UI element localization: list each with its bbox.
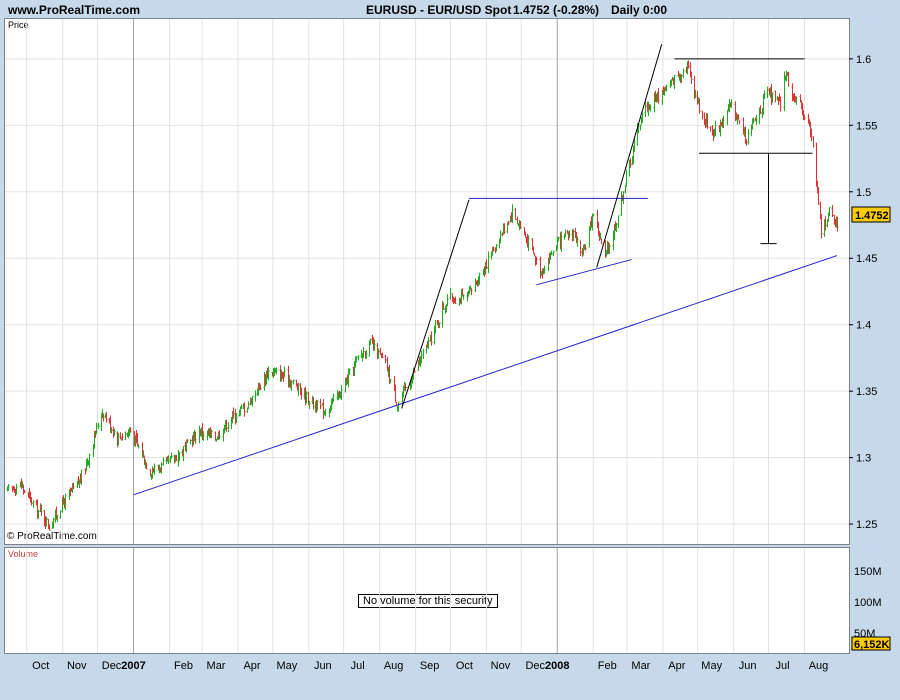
time-tick-label: Apr — [668, 660, 685, 672]
time-tick-label: Jul — [351, 660, 365, 672]
price-axis: 1.6 1.55 1.5 1.45 1.4 1.35 1.3 1.25 — [849, 54, 877, 531]
time-tick-label: May — [701, 660, 722, 672]
price-tick-label: 1.45 — [856, 253, 877, 265]
price-tick-label: 1.25 — [856, 519, 877, 531]
last-price-marker: 1.4752 — [851, 206, 891, 223]
time-tick-label: Feb — [174, 660, 193, 672]
volume-tick: 100M — [854, 597, 882, 609]
volume-axis: 150M 100M 50M 6,152K — [851, 566, 891, 651]
trendline — [401, 199, 470, 409]
time-tick-label: Nov — [67, 660, 87, 672]
time-tick-label: Jun — [314, 660, 332, 672]
time-axis: Oct Nov Dec 2007 Feb Mar Apr May Jun Jul Aug Sep Oct… — [32, 660, 828, 672]
time-tick-label: Mar — [207, 660, 226, 672]
trendline — [133, 255, 838, 496]
volume-last-value: 6,152K — [854, 639, 890, 651]
chart-grid — [5, 19, 849, 653]
price-chart[interactable]: 1.61.551.51.451.41.351.31.25 Oct Nov Dec 20… — [0, 0, 900, 700]
price-tick-label: 1.3 — [856, 453, 871, 465]
time-tick-label: Oct — [456, 660, 473, 672]
time-tick-label: 2007 — [121, 660, 145, 672]
time-tick-label: Dec — [525, 660, 545, 672]
price-tick-label: 1.35 — [856, 386, 877, 398]
price-tick-label: 1.6 — [856, 54, 871, 66]
price-tick-label: 1.4 — [856, 320, 871, 332]
time-tick-label: Mar — [631, 660, 650, 672]
time-tick-label: Jun — [739, 660, 757, 672]
price-tick-label: 1.5 — [856, 187, 871, 199]
trendline — [596, 44, 663, 268]
time-tick-label: May — [276, 660, 297, 672]
time-tick-label: Jul — [775, 660, 789, 672]
candlestick-series — [6, 60, 839, 531]
time-tick-label: Aug — [809, 660, 829, 672]
volume-tick: 150M — [854, 566, 882, 578]
time-tick-label: Apr — [243, 660, 260, 672]
time-tick-label: Nov — [491, 660, 511, 672]
time-tick-label: Aug — [384, 660, 404, 672]
last-price-value: 1.4752 — [855, 210, 889, 222]
time-tick-label: Sep — [420, 660, 440, 672]
trendline — [536, 259, 632, 286]
time-tick-label: Dec — [102, 660, 122, 672]
time-tick-label: Feb — [598, 660, 617, 672]
price-tick-label: 1.55 — [856, 120, 877, 132]
time-tick-label: 2008 — [545, 660, 569, 672]
time-tick-label: Oct — [32, 660, 49, 672]
